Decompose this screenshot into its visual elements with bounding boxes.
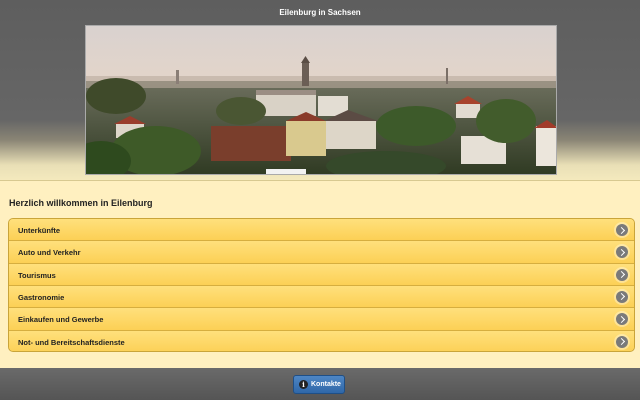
category-menu: Unterkünfte Auto und Verkehr Tourismus G… <box>8 218 635 352</box>
menu-item-label: Einkaufen und Gewerbe <box>18 315 104 325</box>
menu-item-label: Tourismus <box>18 270 56 280</box>
site-title: Eilenburg in Sachsen <box>279 8 361 17</box>
chevron-right-icon <box>616 246 628 259</box>
info-icon: i <box>299 380 308 389</box>
menu-item-label: Gastronomie <box>18 292 65 302</box>
chevron-right-icon <box>616 335 628 348</box>
city-panorama-image <box>86 26 556 174</box>
welcome-heading: Herzlich willkommen in Eilenburg <box>9 198 153 208</box>
header: Eilenburg in Sachsen <box>0 0 640 190</box>
menu-item-bereitschaftsdienste[interactable]: Not- und Bereitschaftsdienste <box>9 330 634 351</box>
contacts-button-label: Kontakte <box>311 381 341 388</box>
contacts-button[interactable]: i Kontakte <box>293 375 345 394</box>
menu-item-label: Unterkünfte <box>18 226 61 235</box>
menu-item-einkaufen-und-gewerbe[interactable]: Einkaufen und Gewerbe <box>9 308 634 331</box>
menu-item-auto-und-verkehr[interactable]: Auto und Verkehr <box>9 241 634 264</box>
menu-item-label: Auto und Verkehr <box>18 248 81 258</box>
chevron-right-icon <box>616 313 628 326</box>
menu-item-tourismus[interactable]: Tourismus <box>9 263 634 286</box>
menu-item-unterkuenfte[interactable]: Unterkünfte <box>9 219 634 242</box>
chevron-right-icon <box>616 290 628 303</box>
chevron-right-icon <box>616 224 628 236</box>
menu-item-label: Not- und Bereitschaftsdienste <box>18 337 125 347</box>
hero-image <box>85 25 557 175</box>
chevron-right-icon <box>616 268 628 281</box>
menu-item-gastronomie[interactable]: Gastronomie <box>9 285 634 309</box>
